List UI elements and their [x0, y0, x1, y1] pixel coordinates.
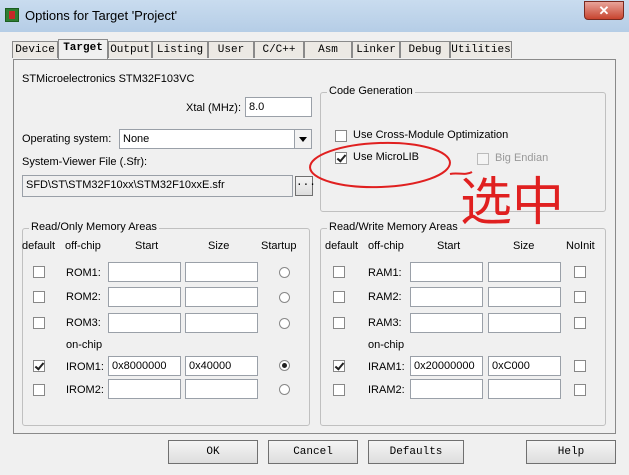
- ram1-label: RAM1:: [368, 267, 402, 279]
- ram2-default-checkbox[interactable]: [333, 291, 345, 303]
- ram1-size-input[interactable]: [488, 262, 561, 282]
- rom-areas-title: Read/Only Memory Areas: [29, 221, 159, 233]
- iram1-start-input[interactable]: 0x20000000: [410, 356, 483, 376]
- irom1-default-checkbox[interactable]: [33, 360, 45, 372]
- xtal-input[interactable]: 8.0: [245, 97, 312, 117]
- ram-header-noinit: NoInit: [566, 240, 595, 252]
- cancel-button[interactable]: Cancel: [268, 440, 358, 464]
- ram3-label: RAM3:: [368, 317, 402, 329]
- rom-header-default: default: [22, 240, 56, 252]
- rom1-startup-radio[interactable]: [279, 267, 290, 278]
- rom1-label: ROM1:: [66, 267, 101, 279]
- iram2-default-checkbox[interactable]: [333, 384, 345, 396]
- os-select-value: None: [123, 133, 150, 145]
- tab-target[interactable]: Target: [58, 39, 108, 59]
- ram3-default-checkbox[interactable]: [333, 317, 345, 329]
- iram2-label: IRAM2:: [368, 384, 405, 396]
- tab-device[interactable]: Device: [12, 41, 58, 58]
- ram-onchip-label: on-chip: [368, 339, 405, 351]
- app-icon: [5, 8, 19, 22]
- tab-utilities[interactable]: Utilities: [450, 41, 512, 58]
- irom2-default-checkbox[interactable]: [33, 384, 45, 396]
- irom1-startup-radio[interactable]: [279, 360, 290, 371]
- iram2-start-input[interactable]: [410, 379, 483, 399]
- rom-onchip-label: on-chip: [66, 339, 103, 351]
- ram-areas-group: Read/Write Memory Areas default off-chip…: [320, 221, 606, 426]
- tab-cc[interactable]: C/C++: [254, 41, 304, 58]
- device-name: STMicroelectronics STM32F103VC: [22, 73, 195, 85]
- rom2-startup-radio[interactable]: [279, 292, 290, 303]
- iram1-default-checkbox[interactable]: [333, 360, 345, 372]
- ram1-noinit-checkbox[interactable]: [574, 266, 586, 278]
- dialog-body: Device Target Output Listing User C/C++ …: [0, 32, 629, 475]
- irom2-label: IROM2:: [66, 384, 104, 396]
- iram1-size-input[interactable]: 0xC000: [488, 356, 561, 376]
- titlebar: Options for Target 'Project' ✕: [0, 0, 629, 32]
- rom1-start-input[interactable]: [108, 262, 181, 282]
- tab-listing[interactable]: Listing: [152, 41, 208, 58]
- tab-asm[interactable]: Asm: [304, 41, 352, 58]
- window-title: Options for Target 'Project': [25, 8, 178, 23]
- rom-header-size: Size: [208, 240, 230, 252]
- irom2-size-input[interactable]: [185, 379, 258, 399]
- rom3-size-input[interactable]: [185, 313, 258, 333]
- rom2-default-checkbox[interactable]: [33, 291, 45, 303]
- tab-linker[interactable]: Linker: [352, 41, 400, 58]
- rom3-label: ROM3:: [66, 317, 101, 329]
- help-button[interactable]: Help: [526, 440, 616, 464]
- svf-path-input[interactable]: SFD\ST\STM32F10xx\STM32F10xxE.sfr: [22, 175, 293, 197]
- irom2-start-input[interactable]: [108, 379, 181, 399]
- ram2-noinit-checkbox[interactable]: [574, 291, 586, 303]
- rom2-size-input[interactable]: [185, 287, 258, 307]
- rom3-start-input[interactable]: [108, 313, 181, 333]
- irom2-startup-radio[interactable]: [279, 384, 290, 395]
- annotation-handwriting: 选中: [460, 173, 564, 233]
- irom1-size-input[interactable]: 0x40000: [185, 356, 258, 376]
- defaults-button[interactable]: Defaults: [368, 440, 464, 464]
- tab-debug[interactable]: Debug: [400, 41, 450, 58]
- os-select[interactable]: None: [119, 129, 312, 149]
- tab-user[interactable]: User: [208, 41, 254, 58]
- iram2-size-input[interactable]: [488, 379, 561, 399]
- rom1-default-checkbox[interactable]: [33, 266, 45, 278]
- rom-header-start: Start: [135, 240, 159, 252]
- annotation-ellipse: [309, 141, 451, 189]
- code-generation-title: Code Generation: [327, 85, 415, 97]
- svf-label: System-Viewer File (.Sfr):: [22, 156, 148, 168]
- irom1-label: IROM1:: [66, 361, 104, 373]
- rom2-start-input[interactable]: [108, 287, 181, 307]
- ram3-size-input[interactable]: [488, 313, 561, 333]
- rom3-default-checkbox[interactable]: [33, 317, 45, 329]
- iram1-label: IRAM1:: [368, 361, 405, 373]
- tab-output[interactable]: Output: [108, 41, 152, 58]
- irom1-start-input[interactable]: 0x8000000: [108, 356, 181, 376]
- rom-header-startup: Startup: [261, 240, 297, 252]
- xtal-label: Xtal (MHz):: [186, 102, 241, 114]
- ram2-start-input[interactable]: [410, 287, 483, 307]
- ram1-default-checkbox[interactable]: [333, 266, 345, 278]
- ram3-noinit-checkbox[interactable]: [574, 317, 586, 329]
- rom-areas-group: Read/Only Memory Areas default off-chip …: [22, 221, 310, 426]
- red-annotation: 选中: [309, 141, 564, 233]
- ram2-label: RAM2:: [368, 291, 402, 303]
- iram2-noinit-checkbox[interactable]: [574, 384, 586, 396]
- os-label: Operating system:: [22, 133, 112, 145]
- rom3-startup-radio[interactable]: [279, 318, 290, 329]
- target-panel: STMicroelectronics STM32F103VC Xtal (MHz…: [13, 59, 616, 434]
- iram1-noinit-checkbox[interactable]: [574, 360, 586, 372]
- rom-header-offchip: off-chip: [65, 240, 101, 252]
- rom2-label: ROM2:: [66, 291, 101, 303]
- rom1-size-input[interactable]: [185, 262, 258, 282]
- ok-button[interactable]: OK: [168, 440, 258, 464]
- ram1-start-input[interactable]: [410, 262, 483, 282]
- ram3-start-input[interactable]: [410, 313, 483, 333]
- ram2-size-input[interactable]: [488, 287, 561, 307]
- close-button[interactable]: ✕: [584, 1, 624, 20]
